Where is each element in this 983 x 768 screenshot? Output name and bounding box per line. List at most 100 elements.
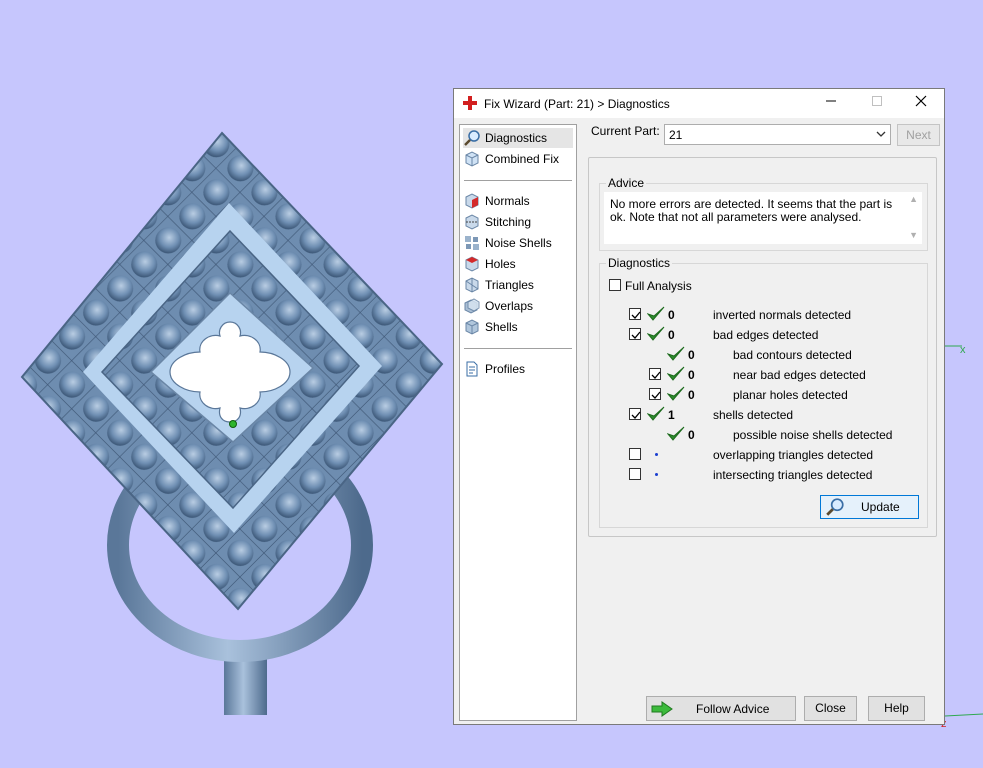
- diagnostic-count: 0: [688, 388, 695, 402]
- diagnostic-checkbox[interactable]: [629, 328, 641, 340]
- nav-item-triangles[interactable]: Triangles: [463, 275, 573, 295]
- advice-title: Advice: [606, 176, 647, 190]
- update-button-label: Update: [861, 500, 900, 514]
- x-axis-label: x: [960, 344, 966, 356]
- stitching-icon: [465, 214, 479, 230]
- nav-item-stitching[interactable]: Stitching: [463, 212, 573, 232]
- diagnostic-count: 0: [668, 308, 675, 322]
- magnifier-icon: [464, 130, 480, 146]
- check-icon: [646, 326, 665, 342]
- nav-item-label: Combined Fix: [485, 152, 560, 166]
- diagnostic-checkbox[interactable]: [629, 448, 641, 460]
- green-arrow-icon: [651, 701, 673, 717]
- diagnostics-group: Diagnostics Full Analysis 0 inverted norm…: [599, 256, 928, 528]
- triangles-icon: [465, 277, 479, 293]
- holes-icon: [465, 256, 479, 272]
- check-icon: [666, 386, 685, 402]
- nav-item-label: Holes: [485, 257, 516, 271]
- maximize-icon[interactable]: [854, 89, 900, 118]
- diagnostic-row: 0 inverted normals detected: [600, 306, 920, 328]
- check-icon: [646, 306, 665, 322]
- nav-item-holes[interactable]: Holes: [463, 254, 573, 274]
- diagnostic-label: bad contours detected: [733, 348, 852, 362]
- nav-item-label: Overlaps: [485, 299, 534, 313]
- nav-item-label: Stitching: [485, 215, 532, 229]
- nav-item-overlaps[interactable]: Overlaps: [463, 296, 573, 316]
- diagnostic-label: planar holes detected: [733, 388, 848, 402]
- pending-dot-icon: [655, 473, 658, 476]
- diagnostics-panel: Advice No more errors are detected. It s…: [588, 157, 937, 537]
- nav-item-profiles[interactable]: Profiles: [463, 359, 573, 379]
- dialog-title: Fix Wizard (Part: 21) > Diagnostics: [484, 97, 670, 111]
- advice-textbox[interactable]: No more errors are detected. It seems th…: [604, 192, 922, 244]
- follow-advice-label: Follow Advice: [696, 702, 770, 716]
- scroll-down-icon[interactable]: ▼: [909, 230, 918, 240]
- diagnostic-label: bad edges detected: [713, 328, 819, 342]
- nav-item-noise-shells[interactable]: Noise Shells: [463, 233, 573, 253]
- current-part-dropdown[interactable]: 21: [664, 124, 891, 145]
- diagnostic-checkbox[interactable]: [649, 368, 661, 380]
- overlaps-icon: [464, 298, 480, 314]
- diagnostic-checkbox[interactable]: [629, 468, 641, 480]
- close-icon[interactable]: [898, 89, 944, 118]
- diagnostic-row: overlapping triangles detected: [600, 448, 920, 468]
- check-icon: [666, 426, 685, 442]
- diagnostic-count: 1: [668, 408, 675, 422]
- diagnostic-checkbox[interactable]: [649, 388, 661, 400]
- nav-item-label: Normals: [485, 194, 530, 208]
- diagnostic-checkbox[interactable]: [629, 308, 641, 320]
- fix-wizard-dialog: Fix Wizard (Part: 21) > Diagnostics Diag…: [453, 88, 945, 725]
- diagnostic-label: inverted normals detected: [713, 308, 852, 322]
- diagnostic-count: 0: [688, 428, 695, 442]
- noise-shells-icon: [465, 236, 479, 250]
- ring-model: [20, 131, 444, 715]
- diagnostic-label: intersecting triangles detected: [713, 468, 873, 482]
- document-icon: [466, 361, 478, 377]
- nav-item-label: Noise Shells: [485, 236, 552, 250]
- diagnostic-label: overlapping triangles detected: [713, 448, 874, 462]
- diagnostic-checkbox[interactable]: [629, 408, 641, 420]
- wizard-nav: Diagnostics Combined Fix Normals Stitchi…: [459, 124, 577, 721]
- diagnostic-label: possible noise shells detected: [733, 428, 893, 442]
- normals-icon: [465, 193, 479, 209]
- red-cross-icon: [463, 96, 477, 110]
- check-icon: [666, 346, 685, 362]
- diagnostic-row: 0 bad contours detected: [600, 346, 920, 368]
- current-part-label: Current Part:: [591, 124, 660, 138]
- scroll-up-icon[interactable]: ▲: [909, 194, 918, 204]
- nav-divider: [464, 348, 572, 349]
- help-button[interactable]: Help: [868, 696, 925, 721]
- nav-item-label: Triangles: [485, 278, 534, 292]
- check-icon: [666, 366, 685, 382]
- check-icon: [646, 406, 665, 422]
- nav-item-normals[interactable]: Normals: [463, 191, 573, 211]
- magnifier-icon: [826, 498, 844, 516]
- diagnostic-count: 0: [688, 368, 695, 382]
- full-analysis-label: Full Analysis: [625, 279, 692, 293]
- nav-item-label: Diagnostics: [485, 131, 548, 145]
- advice-group: Advice No more errors are detected. It s…: [599, 176, 928, 251]
- diagnostic-row: 0 near bad edges detected: [600, 366, 920, 388]
- diagnostic-row: intersecting triangles detected: [600, 468, 920, 488]
- diagnostic-count: 0: [688, 348, 695, 362]
- diagnostic-row: 0 bad edges detected: [600, 326, 920, 348]
- current-part-value: 21: [669, 128, 683, 142]
- pending-dot-icon: [655, 453, 658, 456]
- nav-item-combined-fix[interactable]: Combined Fix: [463, 149, 573, 169]
- follow-advice-button[interactable]: Follow Advice: [646, 696, 796, 721]
- origin-marker: [229, 420, 237, 428]
- nav-item-label: Shells: [485, 320, 518, 334]
- nav-divider: [464, 180, 572, 181]
- update-button[interactable]: Update: [820, 495, 919, 519]
- shells-icon: [465, 319, 479, 335]
- diagnostic-row: 0 planar holes detected: [600, 386, 920, 408]
- next-button[interactable]: Next: [897, 124, 940, 146]
- diagnostic-count: 0: [668, 328, 675, 342]
- full-analysis-checkbox[interactable]: [609, 279, 621, 291]
- nav-item-shells[interactable]: Shells: [463, 317, 573, 337]
- minimize-icon[interactable]: [808, 89, 854, 118]
- title-bar[interactable]: Fix Wizard (Part: 21) > Diagnostics: [454, 89, 944, 118]
- close-button[interactable]: Close: [804, 696, 857, 721]
- diagnostic-label: shells detected: [713, 408, 794, 422]
- nav-item-diagnostics[interactable]: Diagnostics: [463, 128, 573, 148]
